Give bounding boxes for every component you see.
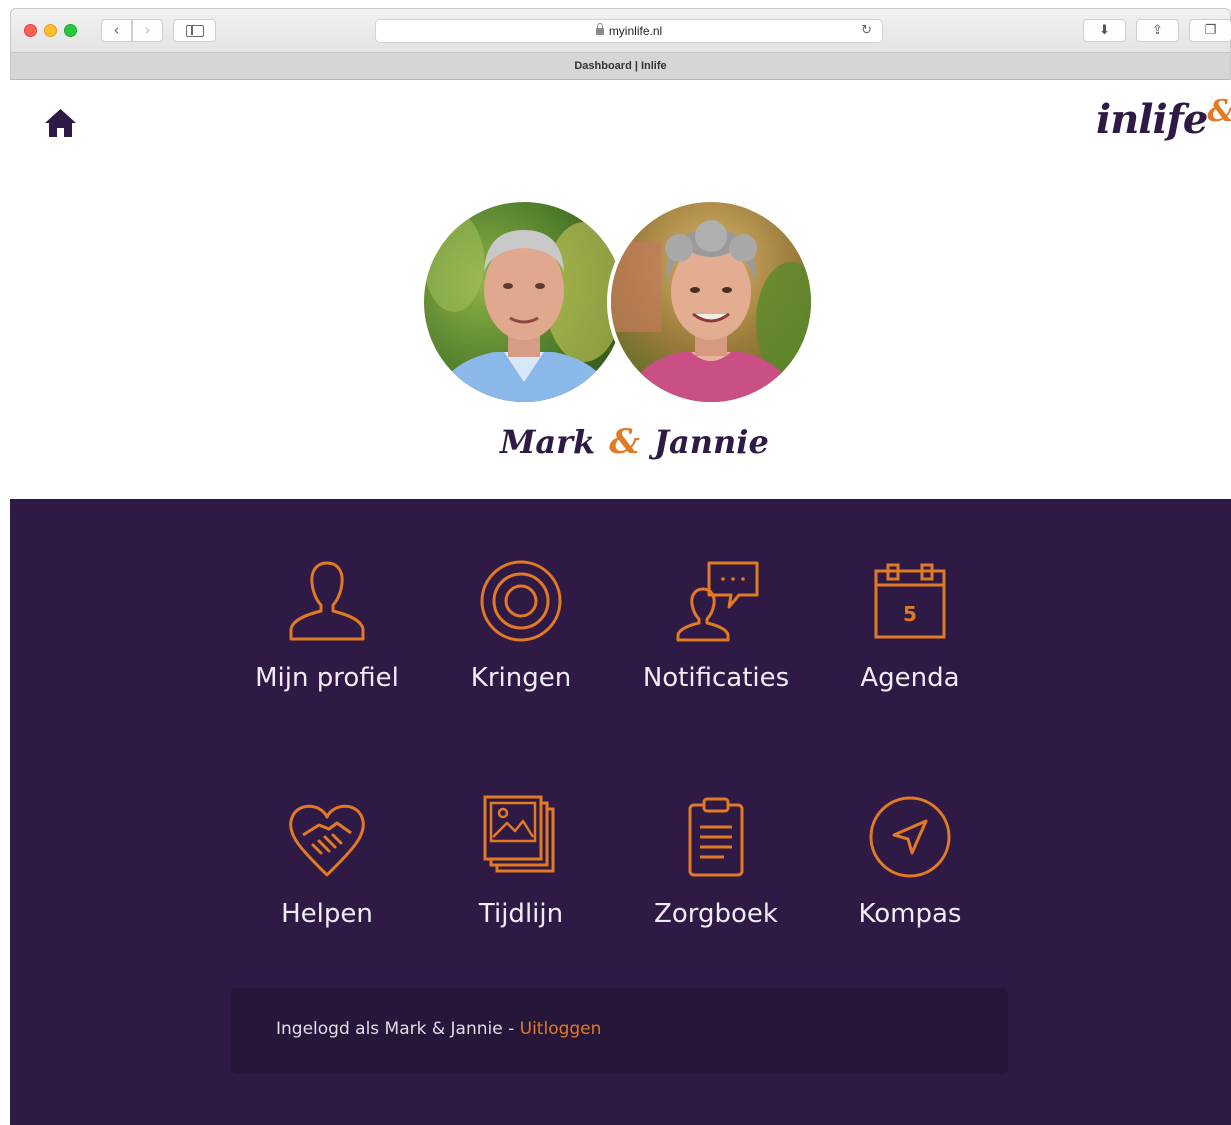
tile-kringen[interactable]: Kringen (426, 559, 616, 709)
tab-dashboard[interactable]: Dashboard | Inlife (11, 53, 1230, 80)
ampersand: & (609, 422, 640, 462)
back-button[interactable]: ‹ (101, 19, 132, 42)
compass-icon (869, 796, 951, 878)
name-mark: Mark (500, 423, 596, 461)
reload-icon[interactable]: ↻ (861, 20, 872, 42)
lock-icon (595, 23, 604, 35)
notification-icon (676, 561, 759, 642)
logout-link[interactable]: Uitloggen (520, 1019, 602, 1039)
tile-label: Kringen (470, 663, 572, 693)
avatar-mark (420, 198, 628, 406)
tabs-icon: ❐ (1204, 23, 1217, 38)
avatar-jannie (607, 198, 815, 406)
logo-ampersand: & (1207, 94, 1231, 129)
address-bar[interactable]: myinlife.nl ↻ (375, 19, 883, 43)
tile-tijdlijn[interactable]: Tijdlijn (426, 795, 616, 945)
login-status-text: Ingelogd als Mark & Jannie - Uitloggen (276, 1019, 601, 1039)
sidebar-icon (186, 25, 204, 37)
minimize-window-button[interactable] (44, 24, 57, 37)
tile-notificaties[interactable]: Notificaties (621, 559, 811, 709)
browser-window: ‹ › myinlife.nl ↻ ⬇ ⇪ ❐ Dashboard | Inli… (10, 8, 1231, 80)
downloads-button[interactable]: ⬇ (1083, 19, 1126, 42)
sidebar-toggle-button[interactable] (173, 19, 216, 42)
download-icon: ⬇ (1099, 23, 1110, 38)
tile-agenda[interactable]: 5 Agenda (815, 559, 1005, 709)
tile-helpen[interactable]: Helpen (232, 795, 422, 945)
calendar-day-number: 5 (903, 602, 917, 626)
circles-icon (480, 560, 562, 642)
handshake-heart-icon (289, 804, 365, 877)
calendar-icon: 5 (874, 563, 946, 639)
tile-label: Helpen (281, 899, 373, 929)
home-icon[interactable] (44, 108, 77, 138)
clipboard-icon (688, 797, 744, 877)
tile-label: Notificaties (642, 663, 790, 693)
tile-label: Mijn profiel (255, 663, 399, 693)
close-window-button[interactable] (24, 24, 37, 37)
tile-label: Kompas (858, 899, 962, 929)
tab-title: Dashboard | Inlife (574, 60, 667, 72)
tabs-overview-button[interactable]: ❐ (1189, 19, 1231, 42)
tile-label: Tijdlijn (478, 899, 564, 929)
tile-label: Agenda (860, 663, 960, 693)
inlife-logo[interactable]: inlife& (1096, 94, 1231, 152)
url-text: myinlife.nl (608, 24, 663, 38)
share-icon: ⇪ (1152, 23, 1163, 38)
dashboard-panel: Mijn profiel Kringen Notificaties 5 Agen… (10, 499, 1231, 1125)
user-icon (289, 561, 365, 641)
profile-names: Mark & Jannie (500, 422, 769, 474)
tile-label: Zorgboek (654, 899, 778, 929)
tile-kompas[interactable]: Kompas (815, 795, 1005, 945)
chevron-right-icon: › (144, 21, 151, 39)
zoom-window-button[interactable] (64, 24, 77, 37)
logo-text: inlife (1096, 96, 1208, 143)
browser-toolbar: ‹ › myinlife.nl ↻ ⬇ ⇪ ❐ (11, 9, 1231, 53)
chevron-left-icon: ‹ (113, 21, 120, 39)
forward-button[interactable]: › (132, 19, 163, 42)
name-jannie: Jannie (653, 423, 769, 461)
profile-avatars (420, 198, 820, 408)
tile-zorgboek[interactable]: Zorgboek (621, 795, 811, 945)
tile-mijn-profiel[interactable]: Mijn profiel (232, 559, 422, 709)
photo-stack-icon (483, 795, 555, 873)
share-button[interactable]: ⇪ (1136, 19, 1179, 42)
login-status-bar: Ingelogd als Mark & Jannie - Uitloggen (231, 988, 1008, 1074)
logged-in-label: Ingelogd als Mark & Jannie - (276, 1019, 520, 1039)
